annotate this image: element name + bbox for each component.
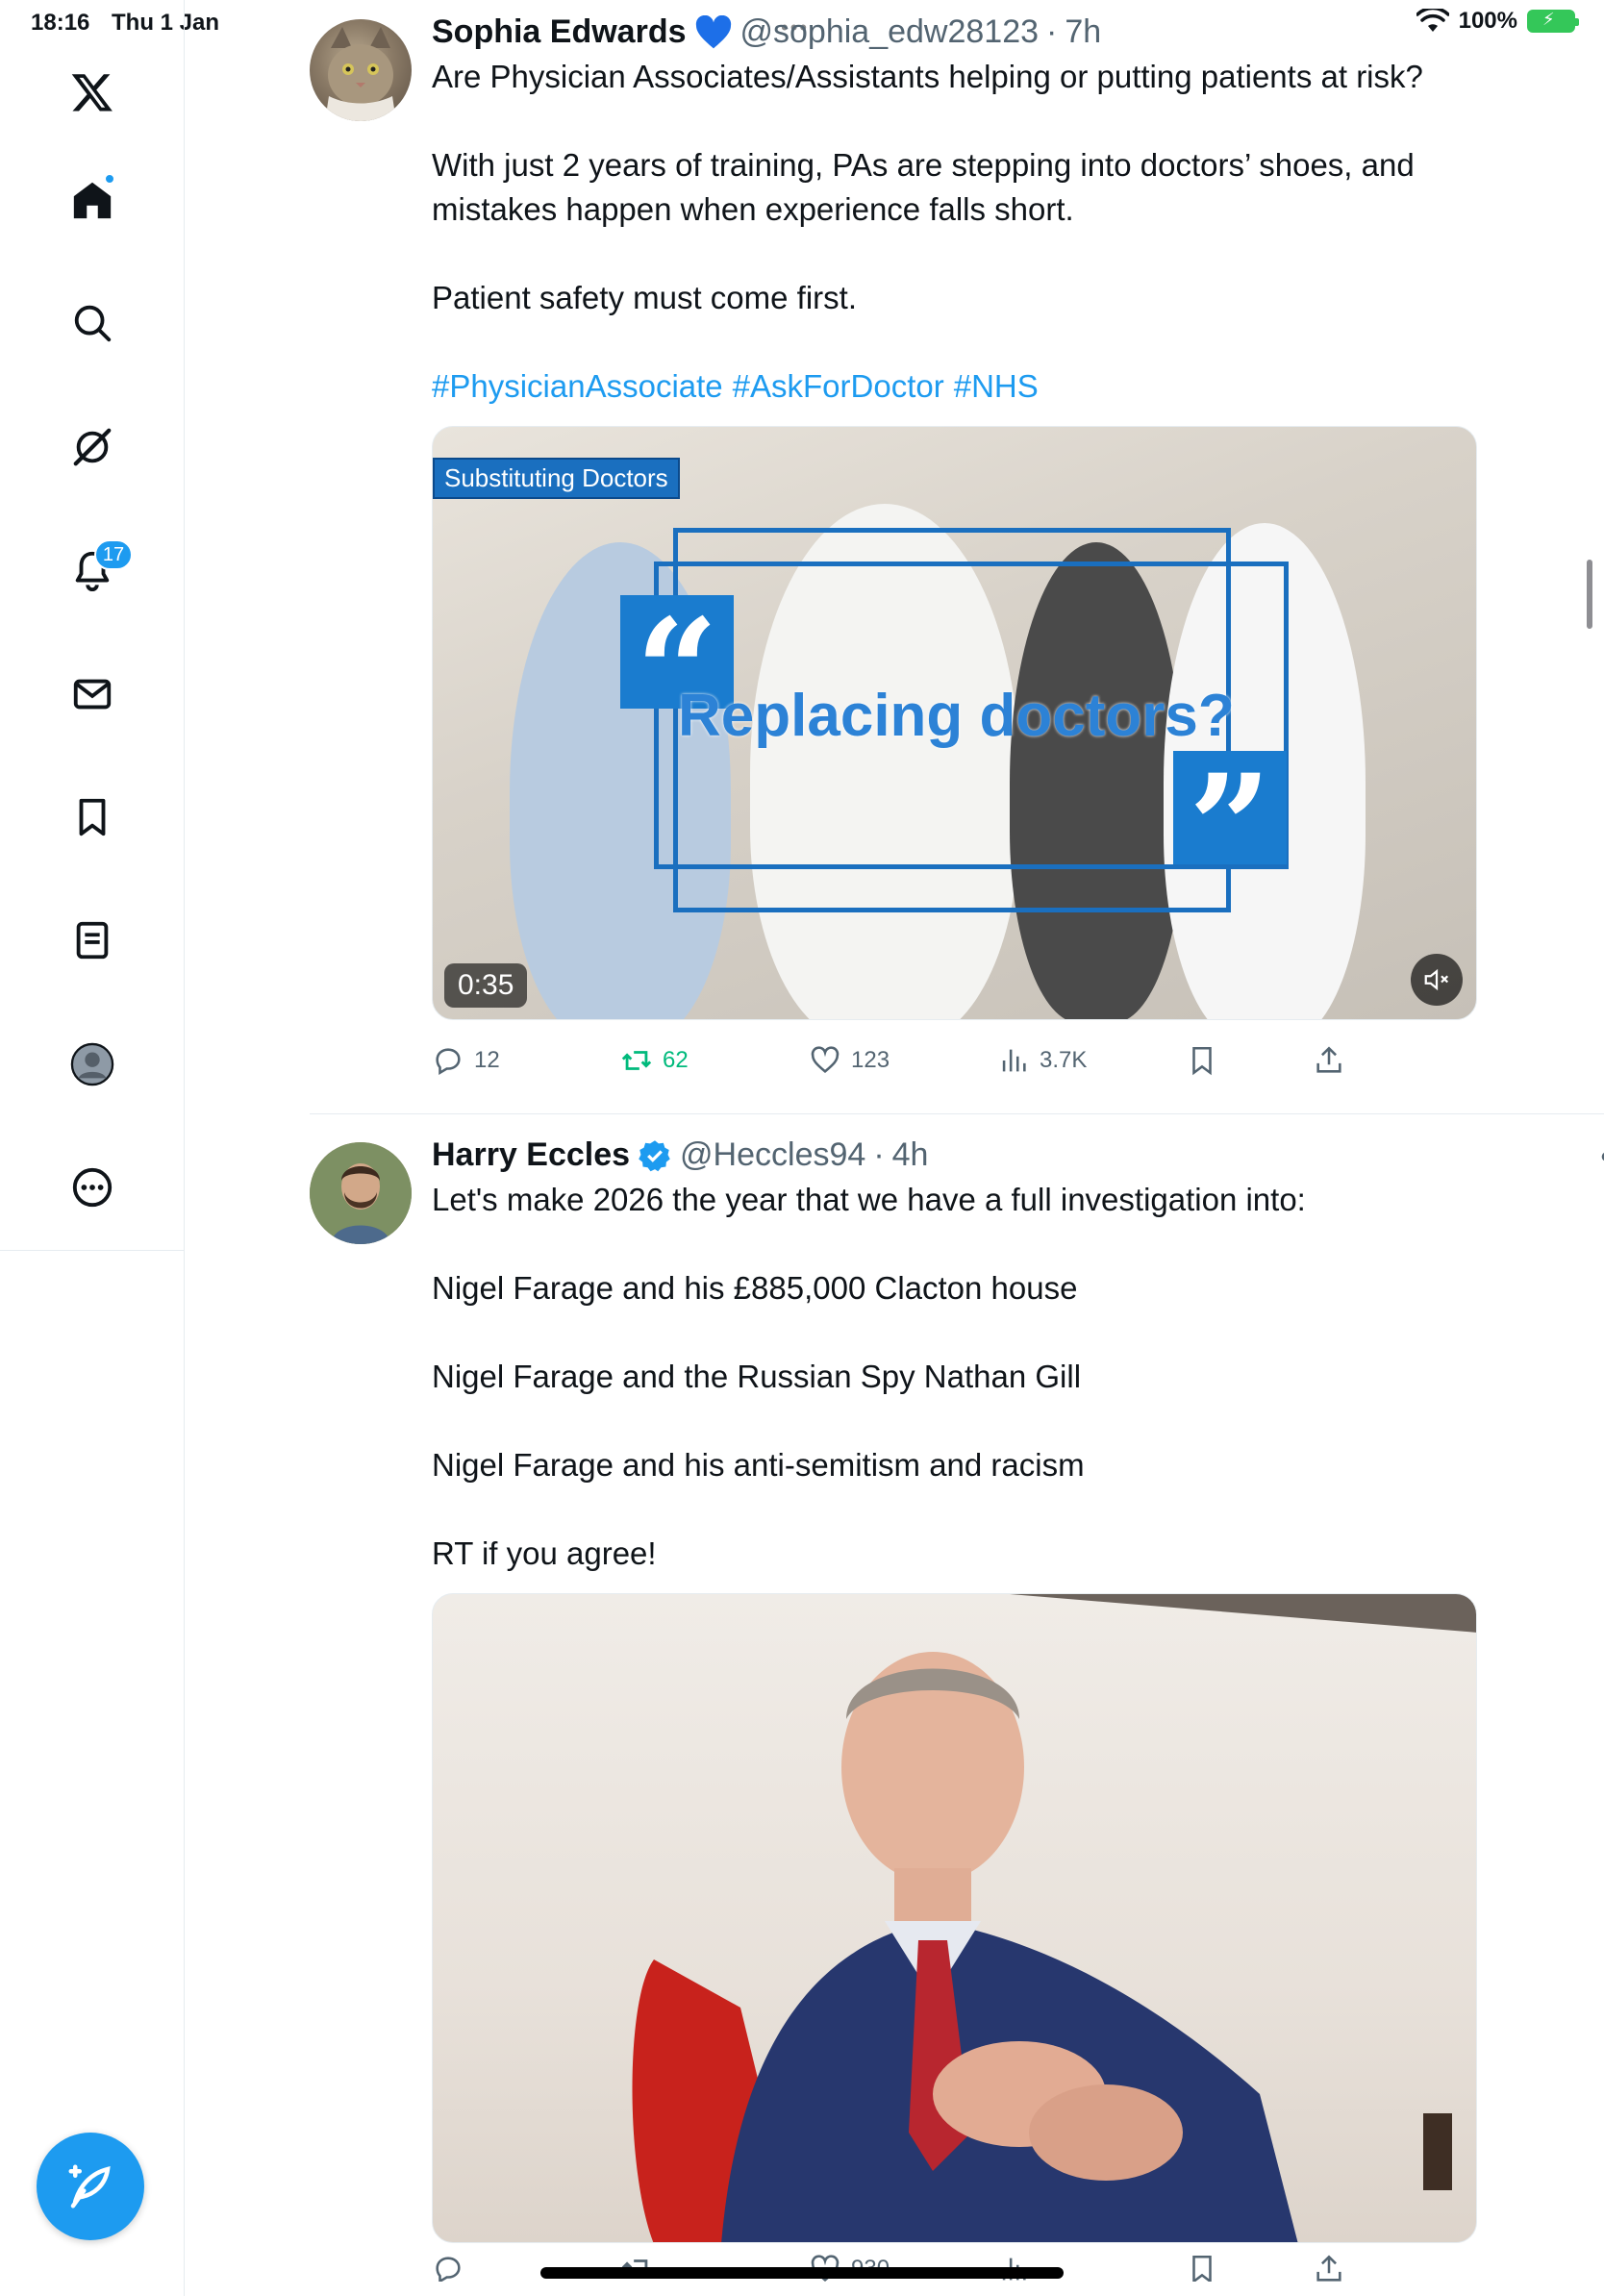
hashtag-link[interactable]: #PhysicianAssociate	[432, 368, 723, 404]
tweet-photo[interactable]	[432, 1593, 1477, 2243]
tweet-paragraph: Are Physician Associates/Assistants help…	[432, 59, 1423, 94]
blue-heart-icon	[695, 14, 731, 48]
sidebar-item-messages[interactable]	[54, 656, 131, 733]
close-quote-icon: ”	[1173, 751, 1287, 905]
share-icon	[1316, 1046, 1341, 1073]
sidebar-item-notifications[interactable]: 17	[54, 532, 133, 609]
more-circle-icon	[72, 1167, 113, 1208]
bookmark-icon	[1192, 1046, 1212, 1076]
tweet-paragraph: Nigel Farage and his anti-semitism and r…	[432, 1447, 1085, 1483]
mute-button[interactable]	[1411, 954, 1463, 1006]
header-separator: ·	[1046, 13, 1058, 50]
like-count: 123	[851, 1047, 890, 1073]
tweet-paragraph: With just 2 years of training, PAs are s…	[432, 147, 1415, 227]
verified-badge-icon	[639, 1139, 670, 1171]
header-separator: ·	[873, 1136, 885, 1173]
tweet-header: Sophia Edwards @sophia_edw28123 · 7h	[432, 13, 1480, 51]
video-overlay-text: Replacing doctors?	[678, 683, 1235, 749]
search-icon	[74, 305, 112, 342]
tweet-video[interactable]: “ ” Replacing doctors? Substituting Doct…	[432, 426, 1477, 1020]
share-icon	[1316, 2255, 1341, 2282]
tweet-paragraph: Patient safety must come first.	[432, 280, 857, 315]
envelope-icon	[73, 679, 112, 710]
reply-icon	[436, 2257, 461, 2282]
tweet-actions: 12 62 123 3.7K	[432, 1032, 1480, 1089]
share-button[interactable]	[1313, 2253, 1345, 2282]
video-duration: 0:35	[444, 963, 528, 1008]
retweet-button[interactable]: 62	[620, 1044, 809, 1077]
reply-count: 12	[474, 1047, 500, 1073]
grok-icon	[73, 428, 112, 466]
sidebar-item-search[interactable]	[54, 285, 131, 362]
hashtag-link[interactable]: #NHS	[954, 368, 1039, 404]
hashtag-link[interactable]: #AskForDoctor	[733, 368, 944, 404]
like-button[interactable]: 123	[809, 1044, 997, 1077]
sidebar-item-more[interactable]	[54, 1149, 131, 1226]
scroll-indicator[interactable]	[1587, 560, 1592, 629]
heart-icon	[811, 1046, 840, 1073]
tweet-paragraph: RT if you agree!	[432, 1535, 657, 1571]
timeline-feed: Sophia Edwards @sophia_edw28123 · 7h Are…	[185, 0, 1604, 2296]
retweet-icon	[621, 1051, 652, 1070]
bookmark-button[interactable]	[1186, 1044, 1313, 1077]
reply-button[interactable]: 12	[432, 1044, 620, 1077]
speaker-muted-icon	[1424, 968, 1449, 991]
video-caption-label: Substituting Doctors	[433, 458, 680, 499]
x-logo-icon[interactable]	[54, 54, 131, 131]
views-chart-icon	[1002, 1049, 1026, 1072]
tweet-paragraph: Nigel Farage and his £885,000 Clacton ho…	[432, 1270, 1078, 1306]
tweet-text: Let's make 2026 the year that we have a …	[432, 1178, 1480, 1576]
tweet-text: Are Physician Associates/Assistants help…	[432, 55, 1480, 409]
avatar[interactable]	[310, 1142, 412, 1244]
hashtag-line: #PhysicianAssociate #AskForDoctor #NHS	[432, 364, 1480, 409]
bookmark-icon	[79, 798, 106, 836]
profile-photo-image	[310, 1142, 412, 1244]
reply-icon	[436, 1048, 461, 1076]
compose-button[interactable]	[37, 2133, 144, 2240]
tweet-header: Harry Eccles @Heccles94 · 4h	[432, 1136, 1480, 1174]
tweet-paragraph: Nigel Farage and the Russian Spy Nathan …	[432, 1359, 1082, 1394]
tweet-paragraph: Let's make 2026 the year that we have a …	[432, 1182, 1306, 1217]
home-unread-dot	[104, 173, 115, 185]
sidebar-item-lists[interactable]	[54, 902, 131, 979]
retweet-count: 62	[663, 1047, 689, 1073]
compose-feather-icon	[68, 2164, 111, 2209]
list-icon	[76, 921, 109, 960]
tweet-time[interactable]: 7h	[1065, 13, 1101, 51]
sidebar-item-profile[interactable]	[54, 1026, 131, 1103]
tweet-more-button[interactable]: •••	[1600, 1136, 1604, 1177]
share-button[interactable]	[1313, 1044, 1345, 1077]
profile-icon	[70, 1042, 114, 1086]
sidebar-item-grok[interactable]	[54, 409, 131, 486]
notifications-badge: 17	[94, 539, 133, 570]
cat-avatar-image	[325, 27, 396, 121]
home-indicator[interactable]	[540, 2267, 1064, 2279]
portrait-photo-image	[632, 1594, 1476, 2242]
sidebar-item-home[interactable]	[54, 162, 131, 238]
author-name[interactable]: Harry Eccles	[432, 1136, 630, 1174]
author-name[interactable]: Sophia Edwards	[432, 13, 687, 51]
views-button[interactable]: 3.7K	[997, 1044, 1186, 1077]
bookmark-icon	[1192, 2255, 1212, 2282]
view-count: 3.7K	[1040, 1047, 1088, 1073]
tweet-time[interactable]: 4h	[892, 1136, 929, 1174]
bookmark-button[interactable]	[1186, 2253, 1313, 2282]
sidebar-divider	[0, 1250, 185, 1251]
author-handle[interactable]: @Heccles94	[680, 1136, 865, 1174]
tweet-separator	[310, 1113, 1604, 1114]
avatar[interactable]	[310, 19, 412, 121]
sidebar: 17	[0, 0, 185, 2296]
author-handle[interactable]: @sophia_edw28123	[740, 13, 1040, 51]
sidebar-item-bookmarks[interactable]	[54, 779, 131, 856]
